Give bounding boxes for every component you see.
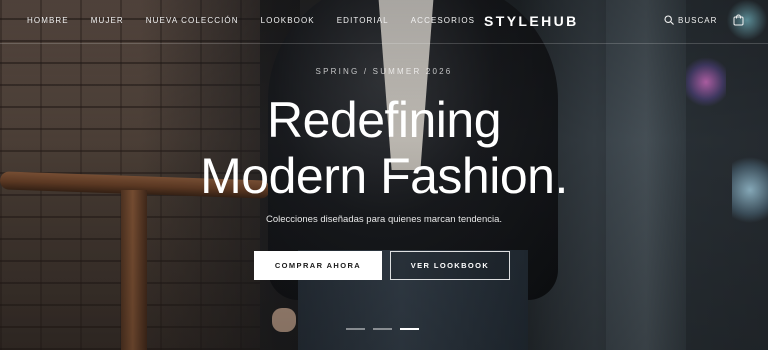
- slide-dot-2[interactable]: [373, 328, 392, 330]
- nav-link-lookbook[interactable]: LOOKBOOK: [261, 16, 315, 25]
- season-eyebrow: SPRING / SUMMER 2026: [315, 67, 453, 76]
- slide-indicators: [346, 328, 419, 330]
- hero-subline: Colecciones diseñadas para quienes marca…: [265, 214, 503, 225]
- nav-link-accesorios[interactable]: ACCESORIOS: [411, 16, 475, 25]
- nav-link-nueva-coleccion[interactable]: NUEVA COLECCIÓN: [146, 16, 239, 25]
- nav-link-hombre[interactable]: HOMBRE: [27, 16, 69, 25]
- headline-line-1: Redefining: [266, 92, 502, 148]
- nav-link-editorial[interactable]: EDITORIAL: [337, 16, 389, 25]
- nav-actions: BUSCAR: [664, 14, 744, 26]
- brand-logo[interactable]: STYLEHUB: [484, 13, 579, 29]
- search-icon: [664, 15, 674, 25]
- slide-dot-3[interactable]: [400, 328, 419, 330]
- headline-line-2: Modern Fashion.: [200, 148, 568, 204]
- slide-dot-1[interactable]: [346, 328, 365, 330]
- hero-headline: Redefining Modern Fashion.: [0, 92, 768, 204]
- top-navigation: HOMBRE MUJER NUEVA COLECCIÓN LOOKBOOK ED…: [0, 0, 768, 44]
- nav-link-mujer[interactable]: MUJER: [91, 16, 124, 25]
- search-button[interactable]: BUSCAR: [664, 15, 717, 25]
- nav-links: HOMBRE MUJER NUEVA COLECCIÓN LOOKBOOK ED…: [27, 16, 497, 25]
- cart-button[interactable]: [733, 14, 744, 26]
- view-lookbook-button[interactable]: VER LOOKBOOK: [390, 251, 510, 280]
- shop-now-button[interactable]: COMPRAR AHORA: [254, 251, 382, 280]
- shopping-bag-icon: [733, 14, 744, 26]
- search-label: BUSCAR: [678, 15, 718, 25]
